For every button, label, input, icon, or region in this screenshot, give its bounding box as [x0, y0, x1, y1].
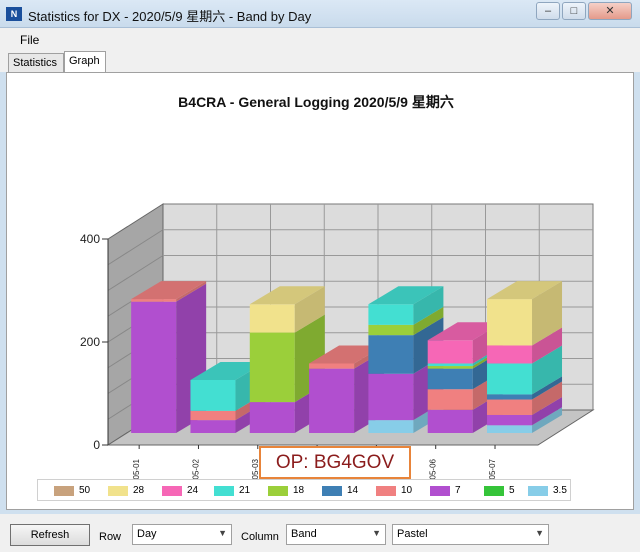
chart-title: B4CRA - General Logging 2020/5/9 星期六 — [178, 94, 454, 110]
bar-segment-front — [487, 414, 533, 426]
legend-swatch — [528, 486, 548, 496]
chart-legend: 50 28 24 21 18 14 10 7 5 3.5 — [37, 479, 571, 501]
chevron-down-icon: ▼ — [535, 528, 544, 538]
bottom-toolbar: Refresh Row Day ▼ Column Band ▼ Pastel ▼ — [0, 514, 640, 552]
close-icon: ✕ — [605, 5, 615, 17]
column-select[interactable]: Band ▼ — [286, 524, 386, 545]
row-select-value: Day — [137, 528, 157, 540]
bar-segment-front — [427, 366, 473, 369]
operator-annotation: OP: BG4GOV — [259, 446, 411, 479]
bar-segment-front — [368, 324, 414, 336]
column-label: Column — [241, 531, 279, 543]
app-icon: N — [6, 7, 22, 21]
chart-area: B4CRA - General Logging 2020/5/9 星期六 400 2… — [13, 79, 627, 505]
legend-swatch — [376, 486, 396, 496]
refresh-button[interactable]: Refresh — [10, 524, 90, 546]
legend-swatch — [322, 486, 342, 496]
bar-segment-front — [131, 299, 177, 302]
row-label: Row — [99, 531, 122, 543]
legend-label: 18 — [293, 485, 305, 496]
chevron-down-icon: ▼ — [372, 528, 381, 538]
bar-segment-front — [190, 379, 236, 411]
bar-segment-front — [131, 301, 177, 433]
bar-segment-front — [368, 420, 414, 433]
close-button[interactable]: ✕ — [588, 2, 632, 20]
legend-label: 28 — [133, 485, 145, 496]
bar-segment-front — [487, 363, 533, 395]
chevron-down-icon: ▼ — [218, 528, 227, 538]
bar-segment-front — [427, 389, 473, 410]
bar-segment-front — [309, 368, 355, 433]
title-bar: N Statistics for DX - 2020/5/9 星期六 - Ban… — [0, 0, 640, 28]
bar-segment-front — [487, 425, 533, 433]
row-select[interactable]: Day ▼ — [132, 524, 232, 545]
bar-segment-front — [368, 304, 414, 325]
bar-segment-front — [309, 363, 355, 369]
palette-select[interactable]: Pastel ▼ — [392, 524, 549, 545]
bar-segment-front — [427, 340, 473, 364]
tab-strip: Statistics Graph — [0, 50, 640, 73]
bar-segment-front — [249, 402, 295, 433]
bar-segment-front — [487, 299, 533, 346]
y-tick-label: 400 — [80, 232, 100, 246]
bar-segment-front — [427, 409, 473, 433]
bar-segment-front — [427, 368, 473, 390]
legend-swatch — [430, 486, 450, 496]
column-select-value: Band — [291, 528, 317, 540]
bar-segment-front — [487, 345, 533, 364]
legend-label: 14 — [347, 485, 359, 496]
bar-segment-front — [249, 332, 295, 403]
menu-file[interactable]: File — [20, 33, 39, 47]
legend-label: 5 — [509, 485, 515, 496]
tab-graph[interactable]: Graph — [64, 51, 106, 73]
bar-segment-front — [487, 394, 533, 400]
legend-label: 21 — [239, 485, 251, 496]
y-tick-label: 0 — [93, 438, 100, 452]
minimize-button[interactable]: – — [536, 2, 560, 20]
menu-bar: File — [0, 28, 640, 50]
maximize-button[interactable]: □ — [562, 2, 586, 20]
legend-label: 24 — [187, 485, 199, 496]
legend-swatch — [214, 486, 234, 496]
bar-segment-front — [190, 420, 236, 433]
legend-swatch — [162, 486, 182, 496]
legend-label: 50 — [79, 485, 91, 496]
legend-label: 10 — [401, 485, 413, 496]
window-title: Statistics for DX - 2020/5/9 星期六 - Band … — [28, 9, 312, 24]
tab-statistics[interactable]: Statistics — [8, 53, 64, 72]
graph-panel: B4CRA - General Logging 2020/5/9 星期六 400 2… — [6, 72, 634, 510]
palette-select-value: Pastel — [397, 528, 428, 540]
legend-label: 3.5 — [553, 485, 567, 496]
y-tick-label: 200 — [80, 335, 100, 349]
legend-swatch — [54, 486, 74, 496]
bar-segment-front — [368, 335, 414, 374]
legend-swatch — [108, 486, 128, 496]
legend-swatch — [484, 486, 504, 496]
bar-segment-front — [487, 399, 533, 415]
bar-segment-front — [368, 373, 414, 421]
legend-swatch — [268, 486, 288, 496]
maximize-icon: □ — [570, 5, 578, 17]
bar-segment-front — [249, 304, 295, 333]
bar-segment-front — [427, 363, 473, 367]
stacked-bar-chart: B4CRA - General Logging 2020/5/9 星期六 400 2… — [80, 94, 595, 500]
minimize-icon: – — [544, 5, 552, 17]
bar-segment-front — [190, 410, 236, 421]
legend-label: 7 — [455, 485, 461, 496]
